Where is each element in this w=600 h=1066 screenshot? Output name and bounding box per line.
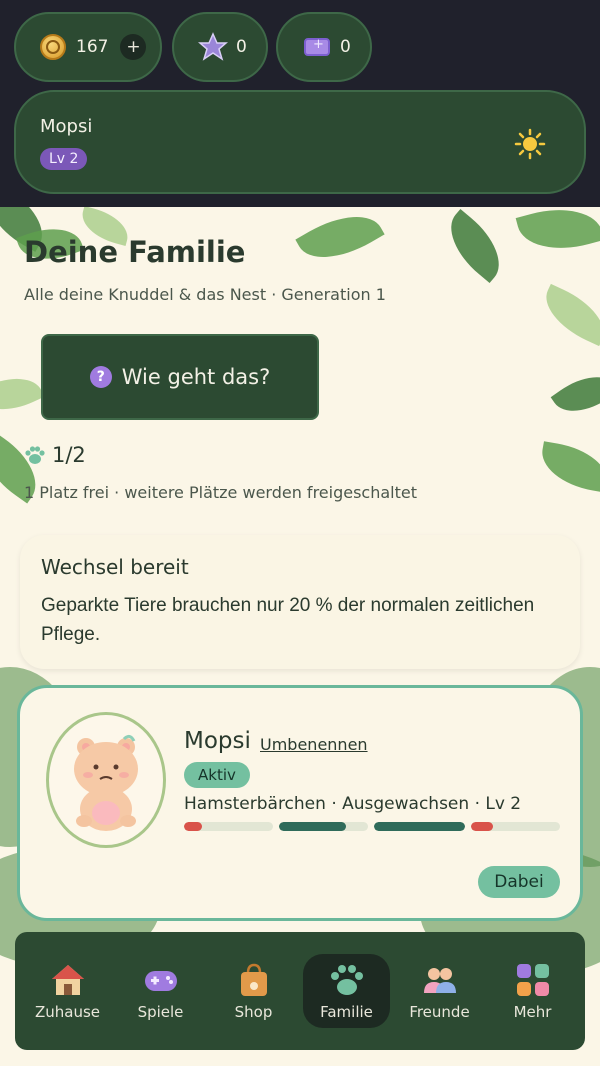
status-badge: Aktiv bbox=[184, 762, 250, 788]
coins-pill[interactable]: 167 + bbox=[14, 12, 162, 82]
friends-icon bbox=[423, 968, 456, 993]
nav-item-familie[interactable]: Familie bbox=[300, 932, 393, 1050]
profile-card[interactable]: Mopsi Lv 2 bbox=[14, 90, 586, 194]
shopping-bag-icon bbox=[240, 963, 267, 996]
leaf-decoration bbox=[0, 365, 45, 423]
rename-link[interactable]: Umbenennen bbox=[260, 735, 368, 754]
stat-bar bbox=[374, 822, 465, 831]
profile-name: Mopsi bbox=[40, 116, 93, 137]
slots-note: 1 Platz frei · weitere Plätze werden fre… bbox=[24, 483, 417, 502]
slot-counter: 1/2 bbox=[24, 443, 86, 467]
bottom-nav: Zuhause Spiele Shop Familie Freunde Mehr bbox=[15, 932, 585, 1050]
stat-fill bbox=[279, 822, 346, 831]
coin-icon bbox=[40, 34, 66, 60]
slot-count: 1/2 bbox=[52, 443, 86, 467]
stars-pill[interactable]: 0 bbox=[172, 12, 268, 82]
stat-bar bbox=[279, 822, 368, 831]
question-icon: ? bbox=[89, 366, 112, 388]
switch-ready-text: Geparkte Tiere brauchen nur 20 % der nor… bbox=[41, 595, 535, 645]
switch-ready-card: Wechsel bereit Geparkte Tiere brauchen n… bbox=[20, 535, 580, 669]
level-badge: Lv 2 bbox=[40, 148, 88, 170]
sun-icon[interactable] bbox=[514, 128, 546, 160]
how-it-works-button[interactable]: ? Wie geht das? bbox=[41, 334, 319, 420]
paw-icon bbox=[25, 446, 45, 464]
nav-label: Familie bbox=[320, 1003, 373, 1021]
grid-icon bbox=[516, 964, 549, 996]
tickets-pill[interactable]: 0 bbox=[276, 12, 372, 82]
nav-label: Zuhause bbox=[34, 1003, 101, 1021]
stat-fill bbox=[184, 822, 202, 831]
leaf-decoration bbox=[537, 441, 600, 493]
stat-fill bbox=[471, 822, 494, 831]
add-coins-button[interactable]: + bbox=[120, 34, 147, 60]
page-title: Deine Familie bbox=[24, 235, 246, 269]
pet-avatar bbox=[46, 712, 166, 848]
pet-card[interactable]: Mopsi Umbenennen Aktiv Hamsterbärchen · … bbox=[17, 685, 583, 921]
nav-item-shop[interactable]: Shop bbox=[207, 932, 300, 1050]
nav-item-mehr[interactable]: Mehr bbox=[486, 932, 579, 1050]
pet-name: Mopsi bbox=[184, 728, 251, 754]
tickets-count: 0 bbox=[340, 37, 351, 57]
ticket-icon bbox=[304, 37, 330, 56]
nav-item-zuhause[interactable]: Zuhause bbox=[21, 932, 114, 1050]
star-icon bbox=[198, 32, 228, 61]
how-it-works-label: Wie geht das? bbox=[121, 365, 271, 389]
gamepad-icon bbox=[144, 971, 177, 991]
leaf-decoration bbox=[550, 362, 600, 426]
leaf-decoration bbox=[435, 208, 515, 284]
nav-item-spiele[interactable]: Spiele bbox=[114, 932, 207, 1050]
nav-label: Freunde bbox=[409, 1003, 470, 1021]
switch-ready-title: Wechsel bereit bbox=[41, 555, 189, 579]
house-icon bbox=[51, 965, 84, 995]
stat-bar bbox=[184, 822, 273, 831]
page-subtitle: Alle deine Knuddel & das Nest · Generati… bbox=[24, 285, 386, 304]
nav-item-freunde[interactable]: Freunde bbox=[393, 932, 486, 1050]
nav-label: Spiele bbox=[137, 1003, 184, 1021]
stat-bar bbox=[471, 822, 560, 831]
stat-fill bbox=[374, 822, 465, 831]
coins-count: 167 bbox=[76, 37, 109, 57]
hamster-bear-icon bbox=[74, 734, 138, 831]
leaf-decoration bbox=[295, 207, 385, 275]
bottom-strip bbox=[0, 1050, 600, 1066]
leaf-decoration bbox=[515, 207, 600, 261]
leaf-decoration bbox=[535, 283, 600, 347]
pet-description: Hamsterbärchen · Ausgewachsen · Lv 2 bbox=[184, 794, 522, 814]
stars-count: 0 bbox=[236, 37, 247, 57]
top-bar: 167 + 0 0 Mopsi Lv 2 bbox=[0, 0, 600, 207]
nav-label: Mehr bbox=[513, 1003, 552, 1021]
paw-icon bbox=[330, 965, 363, 995]
dabei-button[interactable]: Dabei bbox=[478, 866, 560, 898]
nav-label: Shop bbox=[234, 1003, 273, 1021]
